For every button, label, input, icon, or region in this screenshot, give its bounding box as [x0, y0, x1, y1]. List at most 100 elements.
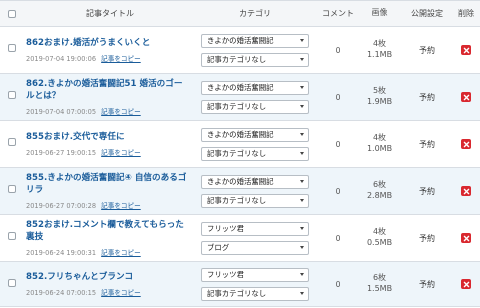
select-all-checkbox[interactable]	[8, 9, 16, 18]
copy-article-link[interactable]: 記事をコピー	[101, 249, 141, 257]
category-select-secondary[interactable]: 記事カテゴリなし	[201, 146, 309, 161]
header-title: 記事タイトル	[86, 9, 134, 18]
delete-icon[interactable]	[461, 92, 471, 102]
select-all-cell	[0, 1, 24, 27]
chevron-down-icon	[300, 180, 304, 183]
publish-status: 予約	[419, 279, 435, 289]
image-size: 1.9MB	[366, 97, 393, 106]
category-select-secondary-value: 記事カテゴリなし	[207, 149, 267, 158]
category-select-primary[interactable]: きよかの婚活奮闘記	[201, 33, 309, 48]
chevron-down-icon	[300, 39, 304, 42]
comment-count: 0	[335, 45, 341, 55]
title-cell: 855.きよかの婚活奮闘記④ 自信のあるゴリラ 2019-06-27 07:00…	[24, 168, 191, 214]
table-row: 862おまけ.婚活がうまくいくと 2019-07-04 19:00:06 記事を…	[0, 27, 480, 74]
copy-article-link[interactable]: 記事をコピー	[101, 149, 141, 157]
comments-cell: 0	[319, 27, 357, 73]
copy-article-link[interactable]: 記事をコピー	[101, 55, 141, 63]
row-checkbox-cell	[0, 168, 24, 214]
category-select-secondary[interactable]: ブログ	[201, 240, 309, 255]
image-count: 6枚	[372, 180, 387, 190]
row-checkbox[interactable]	[8, 44, 16, 52]
title-cell: 862.きよかの婚活奮闘記51 婚活のゴールとは？ 2019-07-04 07:…	[24, 74, 191, 120]
article-title-link[interactable]: 852.フリちゃんとブランコ	[26, 271, 191, 283]
image-size: 1.5MB	[366, 284, 393, 293]
chevron-down-icon	[300, 273, 304, 276]
delete-icon[interactable]	[461, 186, 471, 196]
category-select-secondary-value: 記事カテゴリなし	[207, 102, 267, 111]
publish-cell: 予約	[402, 121, 452, 167]
delete-cell	[452, 121, 480, 167]
comment-count: 0	[335, 186, 341, 196]
table-row: 855.きよかの婚活奮闘記④ 自信のあるゴリラ 2019-06-27 07:00…	[0, 168, 480, 215]
category-select-primary[interactable]: きよかの婚活奮闘記	[201, 174, 309, 189]
copy-article-link[interactable]: 記事をコピー	[101, 202, 141, 210]
row-checkbox-cell	[0, 215, 24, 261]
row-checkbox-cell	[0, 27, 24, 73]
publish-status: 予約	[419, 186, 435, 196]
image-count: 4枚	[372, 227, 387, 237]
category-select-primary[interactable]: フリッツ君	[201, 221, 309, 236]
delete-cell	[452, 27, 480, 73]
article-date: 2019-07-04 07:00:05	[26, 108, 97, 116]
table-row: 862.きよかの婚活奮闘記51 婚活のゴールとは？ 2019-07-04 07:…	[0, 74, 480, 121]
comment-count: 0	[335, 92, 341, 102]
close-icon	[463, 94, 469, 100]
publish-status: 予約	[419, 233, 435, 243]
publish-cell: 予約	[402, 74, 452, 120]
close-icon	[463, 188, 469, 194]
delete-cell	[452, 215, 480, 261]
copy-article-link[interactable]: 記事をコピー	[101, 108, 141, 116]
image-count: 4枚	[372, 133, 387, 143]
row-checkbox[interactable]	[8, 185, 16, 193]
category-cell: フリッツ君 記事カテゴリなし	[191, 262, 319, 306]
category-select-primary[interactable]: きよかの婚活奮闘記	[201, 127, 309, 142]
category-select-secondary[interactable]: 記事カテゴリなし	[201, 286, 309, 301]
row-checkbox[interactable]	[8, 91, 16, 99]
delete-icon[interactable]	[461, 139, 471, 149]
delete-icon[interactable]	[461, 279, 471, 289]
category-select-primary[interactable]: フリッツ君	[201, 267, 309, 282]
delete-cell	[452, 74, 480, 120]
article-meta: 2019-07-04 19:00:06 記事をコピー	[26, 53, 191, 63]
category-select-secondary[interactable]: 記事カテゴリなし	[201, 52, 309, 67]
title-cell: 852おまけ.コメント欄で教えてもらった裏技 2019-06-24 19:00:…	[24, 215, 191, 261]
category-select-secondary-value: 記事カテゴリなし	[207, 55, 267, 64]
category-select-primary[interactable]: きよかの婚活奮闘記	[201, 80, 309, 95]
row-checkbox[interactable]	[8, 232, 16, 240]
article-meta: 2019-06-24 19:00:31 記事をコピー	[26, 247, 191, 257]
category-cell: きよかの婚活奮闘記 記事カテゴリなし	[191, 27, 319, 73]
article-title-link[interactable]: 852おまけ.コメント欄で教えてもらった裏技	[26, 219, 191, 243]
copy-article-link[interactable]: 記事をコピー	[101, 289, 141, 297]
delete-cell	[452, 168, 480, 214]
row-checkbox-cell	[0, 121, 24, 167]
article-meta: 2019-07-04 07:00:05 記事をコピー	[26, 106, 191, 116]
title-cell: 862おまけ.婚活がうまくいくと 2019-07-04 19:00:06 記事を…	[24, 27, 191, 73]
chevron-down-icon	[300, 227, 304, 230]
publish-status: 予約	[419, 92, 435, 102]
chevron-down-icon	[300, 246, 304, 249]
row-checkbox[interactable]	[8, 138, 16, 146]
delete-icon[interactable]	[461, 233, 471, 243]
category-select-secondary[interactable]: 記事カテゴリなし	[201, 193, 309, 208]
images-cell: 4枚 1.1MB	[357, 27, 402, 73]
category-cell: きよかの婚活奮闘記 記事カテゴリなし	[191, 121, 319, 167]
row-checkbox[interactable]	[8, 279, 16, 287]
category-select-secondary[interactable]: 記事カテゴリなし	[201, 99, 309, 114]
delete-icon[interactable]	[461, 45, 471, 55]
comment-count: 0	[335, 139, 341, 149]
header-comments: コメント	[322, 9, 354, 18]
article-date: 2019-06-24 19:00:31	[26, 249, 97, 257]
comments-cell: 0	[319, 121, 357, 167]
table-header: 記事タイトル カテゴリ コメント 画像 公開設定 削除	[0, 1, 480, 27]
article-title-link[interactable]: 862.きよかの婚活奮闘記51 婚活のゴールとは？	[26, 78, 191, 102]
image-size: 1.1MB	[366, 50, 393, 59]
article-title-link[interactable]: 855.きよかの婚活奮闘記④ 自信のあるゴリラ	[26, 172, 191, 196]
article-date: 2019-06-27 07:00:28	[26, 202, 97, 210]
article-title-link[interactable]: 862おまけ.婚活がうまくいくと	[26, 37, 191, 49]
article-title-link[interactable]: 855おまけ.交代で専任に	[26, 131, 191, 143]
image-size: 0.5MB	[366, 238, 393, 247]
image-count: 4枚	[372, 39, 387, 49]
images-cell: 4枚 1.0MB	[357, 121, 402, 167]
category-select-primary-value: きよかの婚活奮闘記	[207, 130, 274, 139]
images-cell: 5枚 1.9MB	[357, 74, 402, 120]
